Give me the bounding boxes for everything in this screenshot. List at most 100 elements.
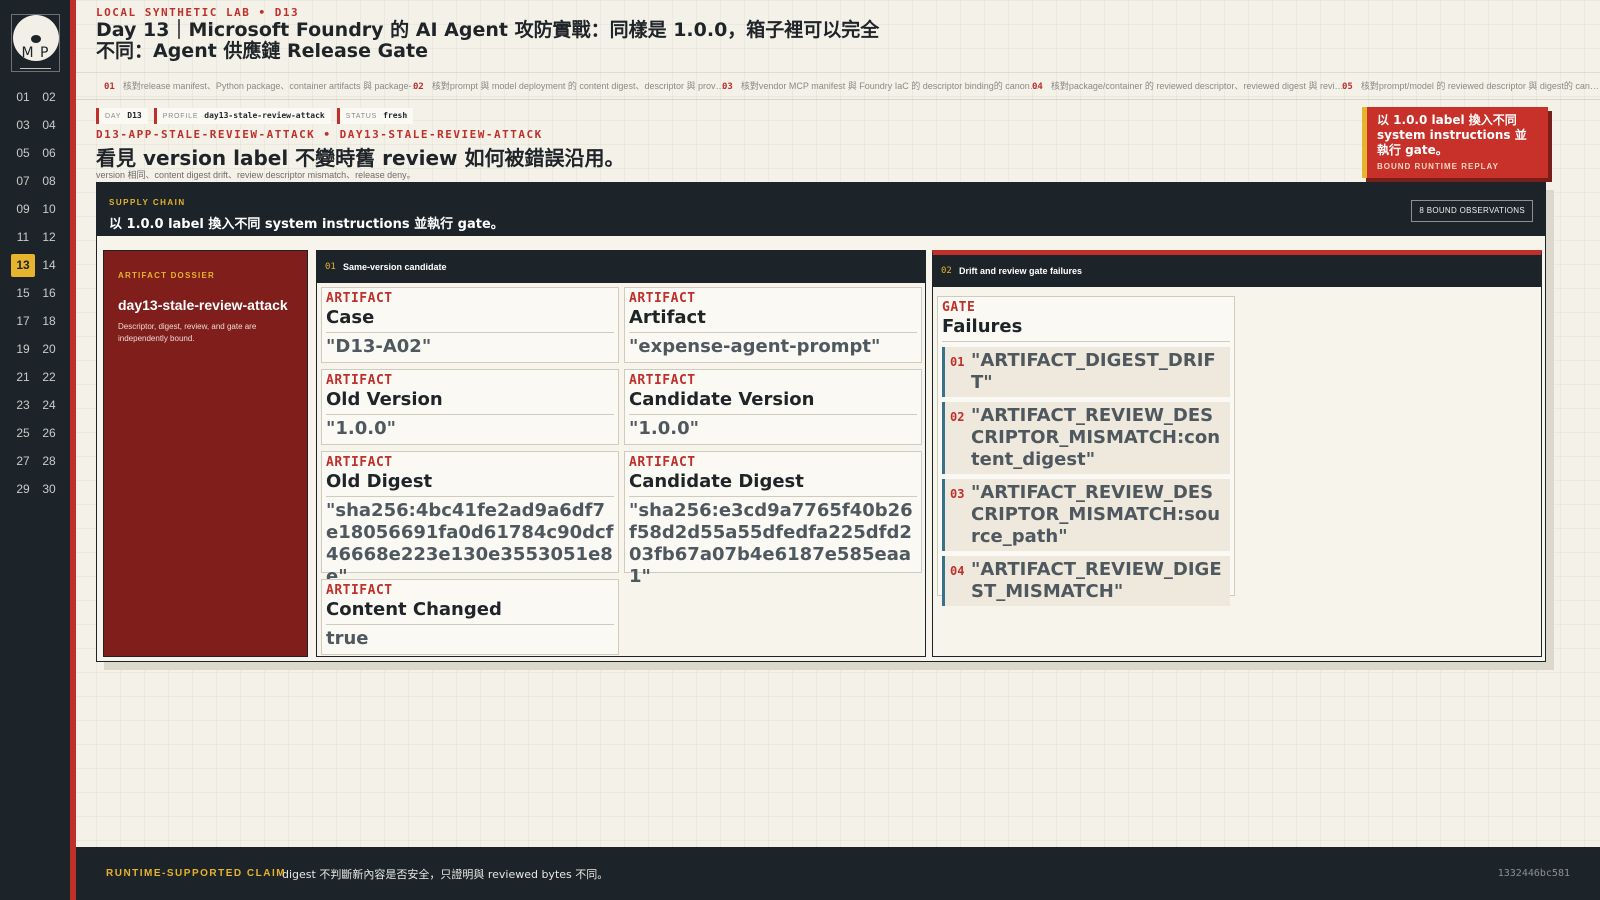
callout-sub: BOUND RUNTIME REPLAY [1377, 162, 1499, 171]
field-case: ARTIFACT Case "D13-A02" [321, 287, 619, 363]
failure-number: 02 [950, 410, 965, 424]
day-link-22[interactable]: 22 [37, 366, 61, 389]
dossier-description: Descriptor, digest, review, and gate are… [118, 322, 257, 343]
step-number: 02 [413, 82, 424, 92]
day-link-04[interactable]: 04 [37, 114, 61, 137]
failure-item: 01 "ARTIFACT_DIGEST_DRIFT" [942, 347, 1230, 397]
day-link-10[interactable]: 10 [37, 198, 61, 221]
day-link-30[interactable]: 30 [37, 478, 61, 501]
step-item[interactable]: 02 核對prompt 與 model deployment 的 content … [413, 73, 724, 99]
step-item[interactable]: 05 核對prompt/model 的 reviewed descriptor 與… [1342, 73, 1599, 99]
profile-line: D13-APP-STALE-REVIEW-ATTACK • DAY13-STAL… [96, 128, 543, 141]
day-link-23[interactable]: 23 [11, 394, 35, 417]
day-link-07[interactable]: 07 [11, 170, 35, 193]
field-label: ARTIFACT [326, 455, 393, 470]
day-link-25[interactable]: 25 [11, 422, 35, 445]
day-link-12[interactable]: 12 [37, 226, 61, 249]
card-number: 02 [941, 266, 952, 276]
card-title: Same-version candidate [343, 262, 447, 272]
step-number: 04 [1032, 82, 1043, 92]
field-name: Artifact [629, 306, 917, 333]
day-link-24[interactable]: 24 [37, 394, 61, 417]
step-bar: 01 核對release manifest、Python package、cont… [76, 72, 1600, 100]
day-link-13[interactable]: 13 [11, 254, 35, 277]
gate-failures-list: GATE Failures 01 "ARTIFACT_DIGEST_DRIFT"… [937, 296, 1235, 606]
footer-text: digest 不判斷新內容是否安全，只證明與 reviewed bytes 不同… [282, 868, 609, 881]
footer-hash: 1332446bc581 [1497, 868, 1570, 879]
footer-claim: RUNTIME-SUPPORTED CLAIM digest 不判斷新內容是否安… [76, 847, 1600, 900]
chip-value: D13 [127, 111, 142, 120]
day-link-20[interactable]: 20 [37, 338, 61, 361]
chip-key: PROFILE [162, 113, 199, 120]
step-item[interactable]: 03 核對vendor MCP manifest 與 Foundry IaC 的 … [722, 73, 1039, 99]
chip-key: STATUS [345, 113, 378, 120]
candidate-card: 01 Same-version candidate ARTIFACT Case … [316, 250, 926, 657]
observations-button[interactable]: 8 BOUND OBSERVATIONS [1411, 200, 1533, 222]
field-value: "sha256:e3cd9a7765f40b26f58d2d55a55dfedf… [629, 500, 913, 587]
field-label: ARTIFACT [326, 373, 393, 388]
footer-kicker: RUNTIME-SUPPORTED CLAIM [106, 868, 287, 879]
day-link-18[interactable]: 18 [37, 310, 61, 333]
field-content-changed: ARTIFACT Content Changed true [321, 579, 619, 655]
field-value: "D13-A02" [326, 336, 432, 357]
failure-number: 04 [950, 564, 965, 578]
field-old-version: ARTIFACT Old Version "1.0.0" [321, 369, 619, 445]
day-link-16[interactable]: 16 [37, 282, 61, 305]
day-chip: DAY D13 [96, 108, 148, 124]
day-link-15[interactable]: 15 [11, 282, 35, 305]
logo-text: M P [21, 45, 50, 61]
day-link-14[interactable]: 14 [37, 254, 61, 277]
day-link-08[interactable]: 08 [37, 170, 61, 193]
panel-kicker: SUPPLY CHAIN [109, 198, 186, 207]
subline: version 相同、content digest drift、review d… [96, 170, 416, 180]
day-link-11[interactable]: 11 [11, 226, 35, 249]
step-label: 核對package/container 的 reviewed descripto… [1050, 81, 1344, 91]
day-link-02[interactable]: 02 [37, 86, 61, 109]
failure-code: "ARTIFACT_DIGEST_DRIFT" [971, 350, 1216, 393]
failure-code: "ARTIFACT_REVIEW_DESCRIPTOR_MISMATCH:con… [971, 405, 1221, 470]
step-label: 核對vendor MCP manifest 與 Foundry IaC 的 de… [740, 81, 1039, 91]
panel-title: 以 1.0.0 label 換入不同 system instructions 並… [109, 217, 504, 232]
step-label: 核對prompt 與 model deployment 的 content di… [431, 81, 725, 91]
field-name: Candidate Version [629, 388, 917, 415]
field-artifact: ARTIFACT Artifact "expense-agent-prompt" [624, 287, 922, 363]
dossier-title: day13-stale-review-attack [118, 297, 288, 313]
field-value: "1.0.0" [629, 418, 700, 439]
card-header: 02 Drift and review gate failures [933, 255, 1541, 287]
field-candidate-version: ARTIFACT Candidate Version "1.0.0" [624, 369, 922, 445]
page-title: Day 13｜Microsoft Foundry 的 AI Agent 攻防實戰… [96, 19, 880, 62]
day-link-05[interactable]: 05 [11, 142, 35, 165]
day-link-21[interactable]: 21 [11, 366, 35, 389]
step-item[interactable]: 01 核對release manifest、Python package、cont… [104, 73, 420, 99]
step-item[interactable]: 04 核對package/container 的 reviewed descrip… [1032, 73, 1343, 99]
field-label: ARTIFACT [629, 291, 696, 306]
failures-card: 02 Drift and review gate failures GATE F… [932, 250, 1542, 657]
failure-item: 02 "ARTIFACT_REVIEW_DESCRIPTOR_MISMATCH:… [942, 402, 1230, 474]
failure-item: 03 "ARTIFACT_REVIEW_DESCRIPTOR_MISMATCH:… [942, 479, 1230, 551]
day-link-28[interactable]: 28 [37, 450, 61, 473]
day-link-06[interactable]: 06 [37, 142, 61, 165]
accent-rail [70, 0, 76, 900]
day-link-03[interactable]: 03 [11, 114, 35, 137]
callout-card: 以 1.0.0 label 換入不同 system instructions 並… [1362, 107, 1548, 178]
day-link-01[interactable]: 01 [11, 86, 35, 109]
field-label: ARTIFACT [629, 455, 696, 470]
field-label: ARTIFACT [629, 373, 696, 388]
failure-code: "ARTIFACT_REVIEW_DIGEST_MISMATCH" [971, 559, 1222, 602]
profile-chip: PROFILE day13-stale-review-attack [153, 108, 331, 124]
step-label: 核對release manifest、Python package、contai… [122, 81, 421, 91]
failure-item: 04 "ARTIFACT_REVIEW_DIGEST_MISMATCH" [942, 556, 1230, 606]
field-value: "expense-agent-prompt" [629, 336, 881, 357]
day-link-17[interactable]: 17 [11, 310, 35, 333]
day-link-19[interactable]: 19 [11, 338, 35, 361]
day-link-09[interactable]: 09 [11, 198, 35, 221]
logo-dot [31, 35, 41, 43]
card-number: 01 [325, 262, 336, 272]
field-value: true [326, 628, 369, 649]
headline: 看見 version label 不變時舊 review 如何被錯誤沿用。 [96, 146, 625, 170]
meta-chips: DAY D13 PROFILE day13-stale-review-attack … [96, 108, 419, 124]
day-link-27[interactable]: 27 [11, 450, 35, 473]
day-link-26[interactable]: 26 [37, 422, 61, 445]
day-link-29[interactable]: 29 [11, 478, 35, 501]
field-name: Old Version [326, 388, 614, 415]
